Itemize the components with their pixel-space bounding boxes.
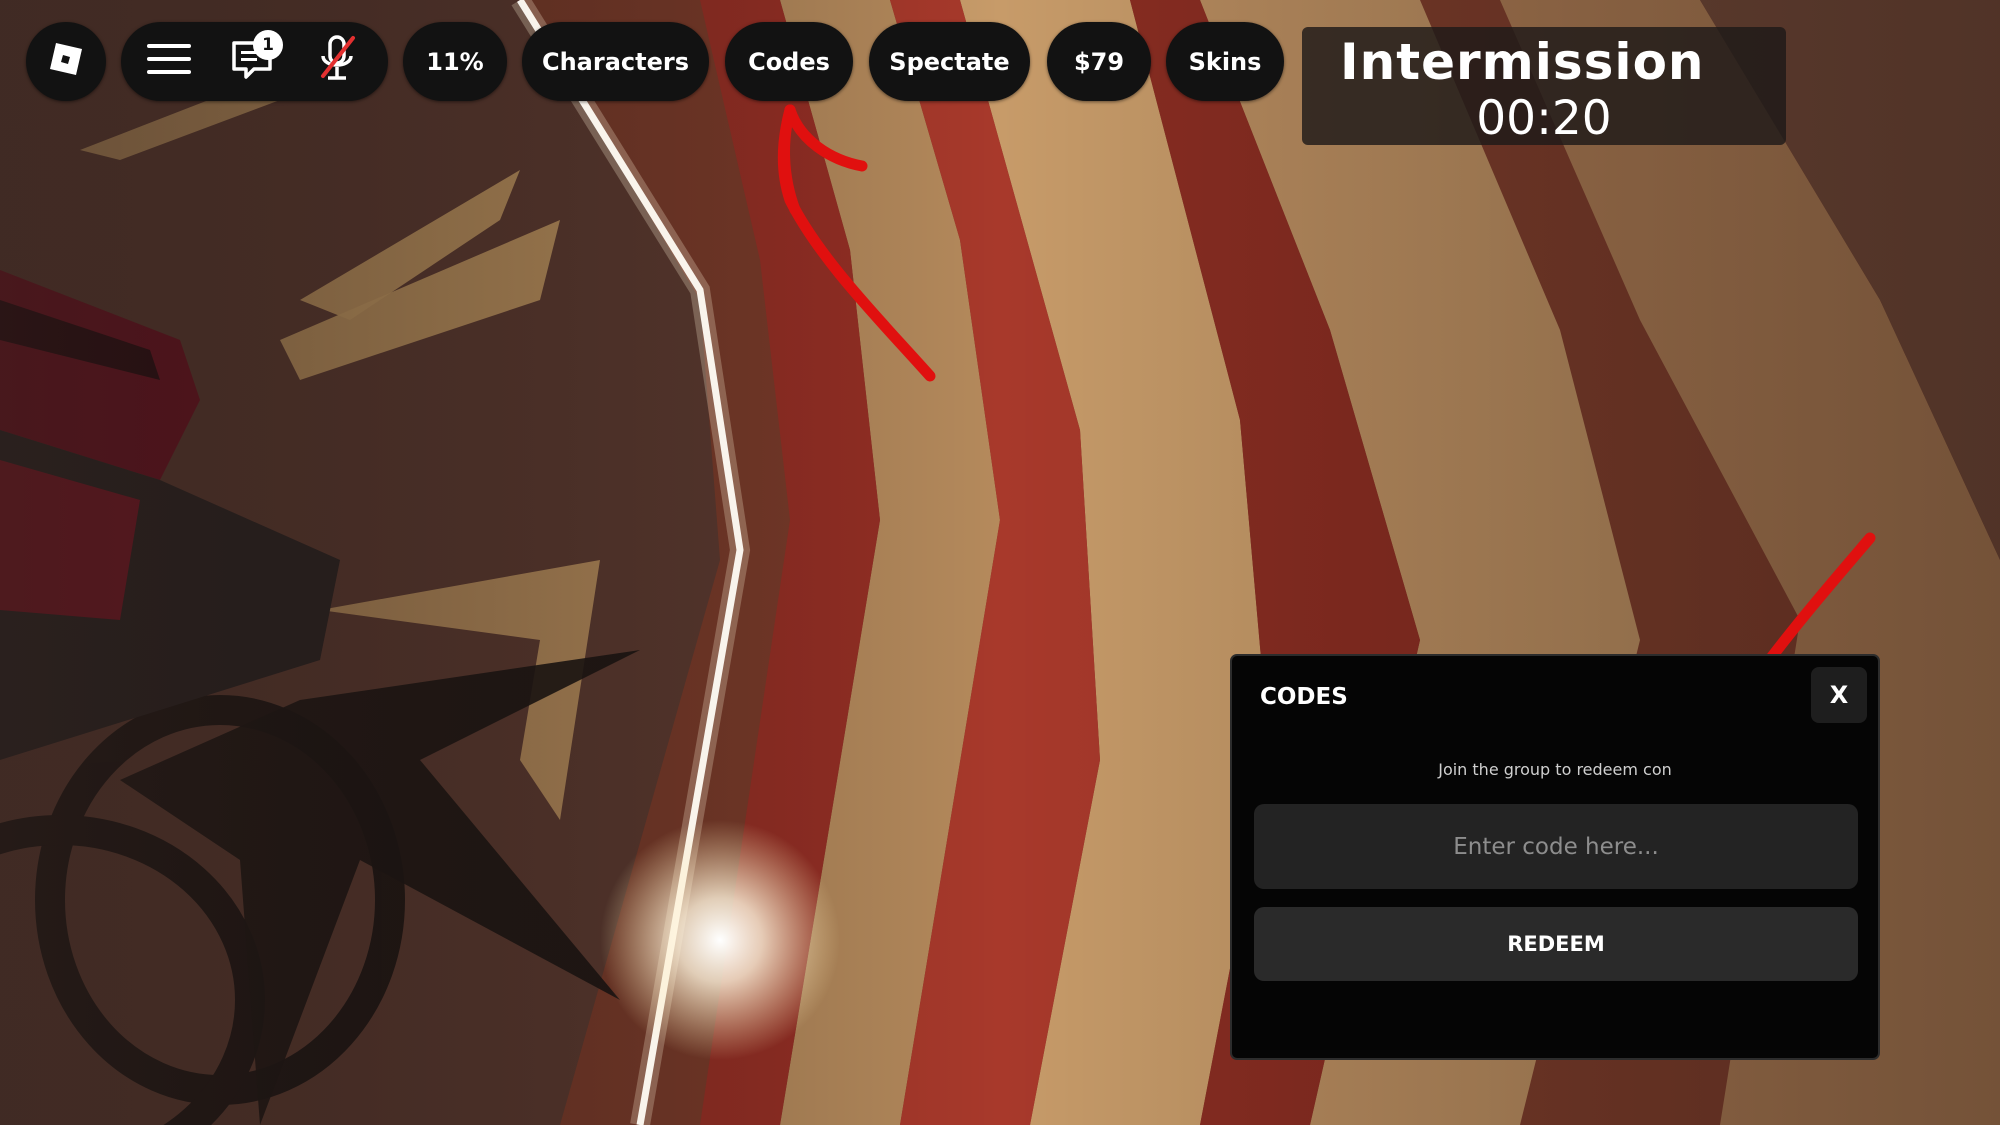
money-label: $79: [1073, 47, 1125, 76]
redeem-button-label: REDEEM: [1507, 932, 1605, 956]
microphone-muted-icon: [315, 34, 359, 90]
redeem-button[interactable]: REDEEM: [1254, 907, 1858, 981]
codes-panel: CODES X Join the group to redeem con RED…: [1230, 654, 1880, 1060]
close-icon: X: [1829, 681, 1849, 709]
skins-button[interactable]: Skins: [1166, 22, 1284, 101]
intermission-title: Intermission: [1340, 33, 1705, 91]
intermission-panel: Intermission 00:20: [1302, 27, 1786, 146]
roblox-logo-icon: [46, 39, 86, 85]
skins-button-label: Skins: [1188, 47, 1262, 76]
money-button[interactable]: $79: [1047, 22, 1151, 101]
code-input[interactable]: [1254, 804, 1858, 889]
characters-button-label: Characters: [541, 47, 690, 76]
progress-percent-label: 11%: [426, 47, 484, 76]
voice-chat-button[interactable]: [315, 35, 359, 86]
spectate-button[interactable]: Spectate: [869, 22, 1030, 101]
codes-button-label: Codes: [748, 47, 830, 76]
chat-notification-badge: 1: [253, 30, 283, 60]
codes-button[interactable]: Codes: [725, 22, 853, 101]
chat-button[interactable]: 1: [231, 30, 283, 84]
intermission-timer: 00:20: [1476, 91, 1612, 146]
codes-hint-text: Join the group to redeem con: [1438, 760, 1672, 779]
spectate-button-label: Spectate: [889, 47, 1010, 76]
progress-percent-pill[interactable]: 11%: [403, 22, 507, 101]
hamburger-menu-icon: [147, 42, 191, 82]
characters-button[interactable]: Characters: [522, 22, 709, 101]
roblox-logo-button[interactable]: [26, 22, 106, 101]
close-button[interactable]: X: [1811, 667, 1867, 723]
system-menu-group: 1: [121, 22, 388, 101]
hamburger-menu-button[interactable]: [147, 42, 191, 82]
codes-panel-title: CODES: [1260, 684, 1348, 710]
